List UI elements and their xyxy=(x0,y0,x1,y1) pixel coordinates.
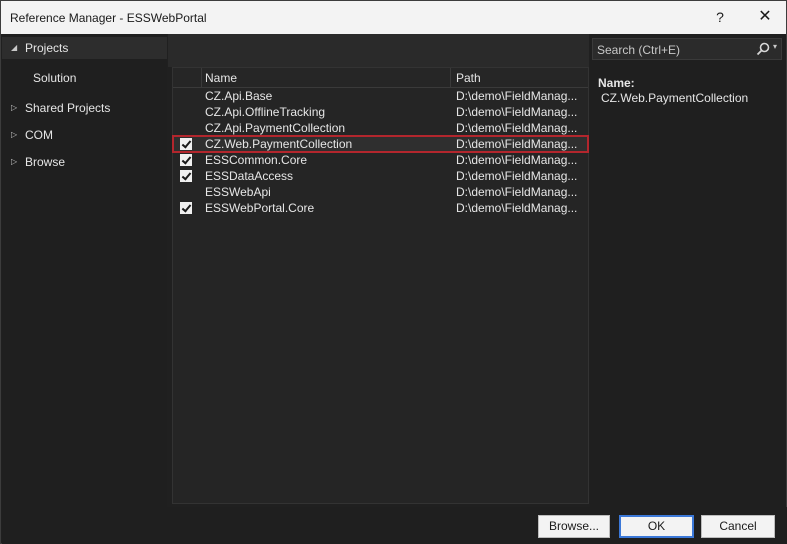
reference-checkbox[interactable] xyxy=(180,138,192,150)
nav-item-label: Projects xyxy=(25,41,69,55)
details-name-label: Name: xyxy=(598,76,635,90)
collapsed-arrow-icon[interactable]: ▷ xyxy=(11,151,21,173)
column-divider[interactable] xyxy=(450,68,451,88)
reference-checkbox[interactable] xyxy=(180,186,192,198)
project-name-cell: CZ.Api.Base xyxy=(205,89,273,103)
column-header-name[interactable]: Name xyxy=(205,71,237,85)
column-divider[interactable] xyxy=(201,68,202,88)
nav-item-solution[interactable]: Solution xyxy=(2,67,167,89)
reference-checkbox[interactable] xyxy=(180,122,192,134)
help-button[interactable]: ? xyxy=(707,4,733,30)
project-path-cell: D:\demo\FieldManag... xyxy=(456,201,578,215)
center-toolbar xyxy=(168,34,589,67)
collapsed-arrow-icon[interactable]: ▷ xyxy=(11,124,21,146)
reference-checkbox[interactable] xyxy=(180,154,192,166)
table-row[interactable]: ESSWebPortal.Core D:\demo\FieldManag... xyxy=(173,200,588,216)
project-path-cell: D:\demo\FieldManag... xyxy=(456,105,578,119)
search-options-dropdown-icon[interactable]: ▾ xyxy=(773,42,777,51)
table-row[interactable]: ESSCommon.Core D:\demo\FieldManag... xyxy=(173,152,588,168)
project-name-cell: ESSCommon.Core xyxy=(205,153,308,167)
project-reference-grid: Name Path CZ.Api.Base D:\demo\FieldManag.… xyxy=(172,67,589,504)
search-box[interactable]: Search (Ctrl+E) ▾ xyxy=(592,38,782,60)
nav-item-projects[interactable]: ◢ Projects xyxy=(2,37,167,59)
collapsed-arrow-icon[interactable]: ▷ xyxy=(11,97,21,119)
project-name-cell: ESSWebApi xyxy=(205,185,271,199)
project-path-cell: D:\demo\FieldManag... xyxy=(456,169,578,183)
search-input[interactable]: Search (Ctrl+E) xyxy=(597,43,680,57)
nav-item-browse[interactable]: ▷ Browse xyxy=(2,151,167,173)
reference-checkbox[interactable] xyxy=(180,202,192,214)
search-icon[interactable] xyxy=(755,41,771,57)
project-name-cell: ESSDataAccess xyxy=(205,169,294,183)
project-path-cell: D:\demo\FieldManag... xyxy=(456,121,578,135)
window-title: Reference Manager - ESSWebPortal xyxy=(10,11,207,25)
reference-checkbox[interactable] xyxy=(180,170,192,182)
reference-manager-window: Reference Manager - ESSWebPortal ? ✕ ◢ P… xyxy=(0,0,787,544)
nav-item-com[interactable]: ▷ COM xyxy=(2,124,167,146)
grid-header: Name Path xyxy=(173,68,588,88)
table-row[interactable]: CZ.Web.PaymentCollection D:\demo\FieldMan… xyxy=(172,135,589,153)
nav-item-label: Shared Projects xyxy=(25,101,111,115)
project-path-cell: D:\demo\FieldManag... xyxy=(456,185,578,199)
project-name-cell: ESSWebPortal.Core xyxy=(205,201,315,215)
expanded-arrow-icon[interactable]: ◢ xyxy=(11,37,21,59)
reference-checkbox[interactable] xyxy=(180,90,192,102)
project-name-cell: CZ.Api.PaymentCollection xyxy=(205,121,346,135)
table-row[interactable]: CZ.Api.OfflineTracking D:\demo\FieldManag… xyxy=(173,104,588,120)
reference-checkbox[interactable] xyxy=(180,106,192,118)
close-button[interactable]: ✕ xyxy=(751,4,779,30)
project-name-cell: CZ.Api.OfflineTracking xyxy=(205,105,326,119)
nav-item-label: COM xyxy=(25,128,53,142)
project-name-cell: CZ.Web.PaymentCollection xyxy=(205,137,353,151)
nav-item-label: Browse xyxy=(25,155,66,169)
category-nav: ◢ Projects Solution ▷ Shared Projects ▷ … xyxy=(2,34,167,507)
project-path-cell: D:\demo\FieldManag... xyxy=(456,153,578,167)
table-row[interactable]: CZ.Api.PaymentCollection D:\demo\FieldMan… xyxy=(173,120,588,136)
project-path-cell: D:\demo\FieldManag... xyxy=(456,137,578,151)
title-bar: Reference Manager - ESSWebPortal ? ✕ xyxy=(1,1,786,34)
nav-item-label: Solution xyxy=(33,71,77,85)
table-row[interactable]: ESSWebApi D:\demo\FieldManag... xyxy=(173,184,588,200)
browse-button[interactable]: Browse... xyxy=(538,515,610,538)
details-pane: Search (Ctrl+E) ▾ Name: CZ.Web.PaymentCo… xyxy=(590,34,786,507)
dialog-footer: Browse... OK Cancel xyxy=(2,507,787,544)
nav-item-shared-projects[interactable]: ▷ Shared Projects xyxy=(2,97,167,119)
project-path-cell: D:\demo\FieldManag... xyxy=(456,89,578,103)
table-row[interactable]: CZ.Api.Base D:\demo\FieldManag... xyxy=(173,88,588,104)
details-name-value: CZ.Web.PaymentCollection xyxy=(601,91,749,105)
cancel-button[interactable]: Cancel xyxy=(701,515,775,538)
ok-button[interactable]: OK xyxy=(619,515,694,538)
column-header-path[interactable]: Path xyxy=(456,71,481,85)
table-row[interactable]: ESSDataAccess D:\demo\FieldManag... xyxy=(173,168,588,184)
